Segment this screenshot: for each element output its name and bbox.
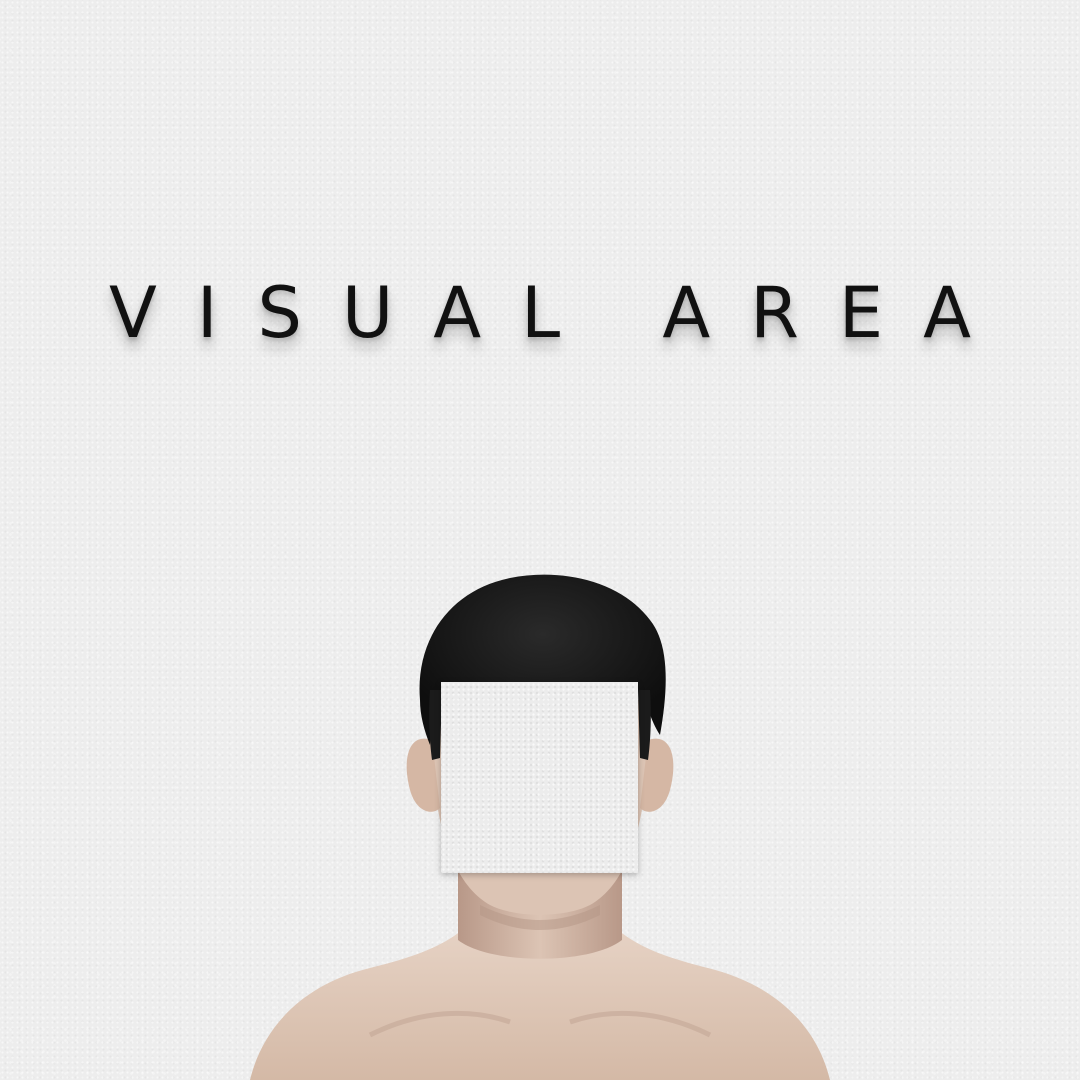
portrait-figure [250, 574, 830, 1080]
face-cover-block [441, 682, 638, 873]
